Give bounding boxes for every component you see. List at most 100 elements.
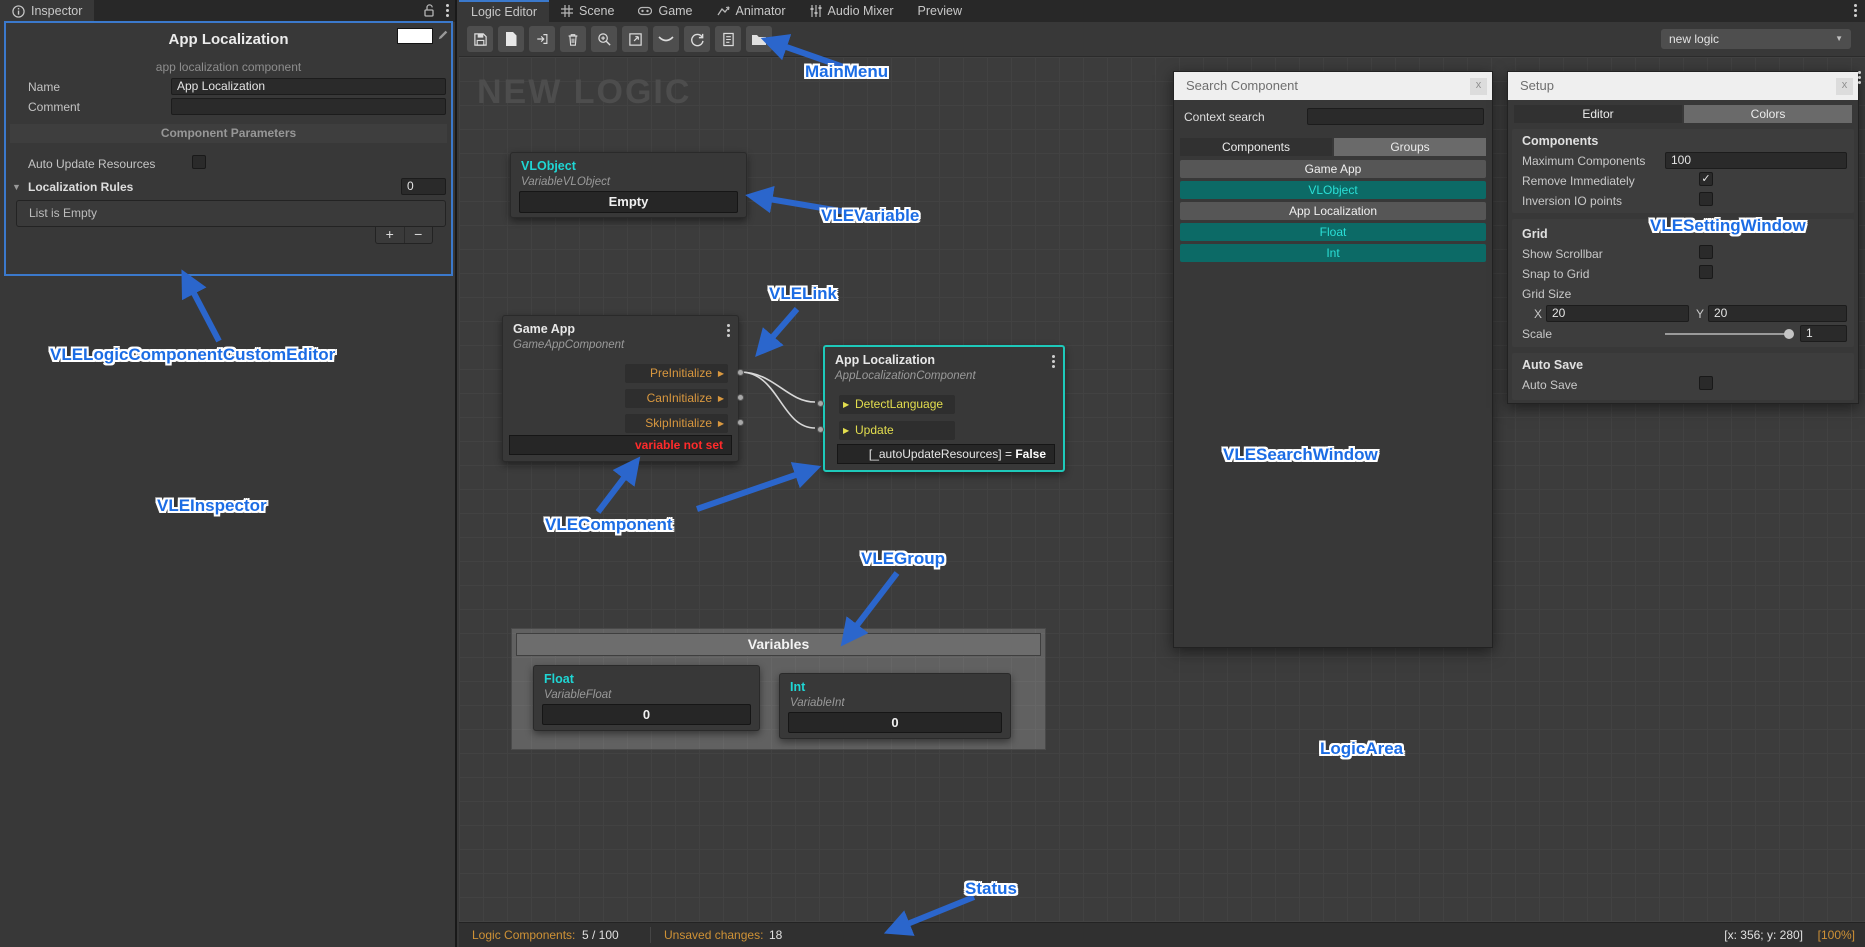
- area-menu-icon[interactable]: [1858, 71, 1861, 84]
- tab-game-label: Game: [658, 4, 692, 18]
- tab-preview-label: Preview: [918, 4, 962, 18]
- variable-value-field[interactable]: 0: [542, 704, 751, 725]
- lock-icon[interactable]: [422, 3, 436, 18]
- logic-area[interactable]: NEW LOGIC VLObject VariableVLObject Empt…: [459, 57, 1865, 922]
- component-node-app-localization[interactable]: App Localization AppLocalizationComponen…: [823, 345, 1065, 472]
- grid-size-x-label: X: [1534, 307, 1542, 321]
- close-icon[interactable]: x: [1836, 78, 1853, 95]
- inversion-io-label: Inversion IO points: [1522, 194, 1622, 208]
- save-icon[interactable]: [467, 26, 493, 52]
- search-item-vlobject[interactable]: VLObject: [1180, 181, 1486, 199]
- foldout-icon[interactable]: ▼: [12, 182, 21, 192]
- tab-groups[interactable]: Groups: [1334, 138, 1486, 156]
- auto-update-checkbox[interactable]: [192, 155, 206, 169]
- inversion-io-checkbox[interactable]: [1699, 192, 1713, 206]
- input-port-update[interactable]: ▶Update: [839, 421, 955, 440]
- node-parameter-bar: [_autoUpdateResources] = False: [837, 444, 1055, 464]
- zoom-icon[interactable]: [591, 26, 617, 52]
- node-title: VLObject: [521, 159, 576, 173]
- window-menu-icon[interactable]: [1854, 4, 1857, 17]
- tab-components[interactable]: Components: [1180, 138, 1332, 156]
- output-port-dot[interactable]: [737, 369, 744, 376]
- output-port-dot[interactable]: [737, 394, 744, 401]
- variable-node-int[interactable]: Int VariableInt 0: [779, 673, 1011, 739]
- folder-icon[interactable]: [746, 26, 772, 52]
- tab-colors[interactable]: Colors: [1684, 105, 1852, 123]
- tab-game[interactable]: Game: [626, 0, 704, 22]
- show-scrollbar-checkbox[interactable]: [1699, 245, 1713, 259]
- node-menu-icon[interactable]: [727, 324, 730, 337]
- new-file-icon[interactable]: [498, 26, 524, 52]
- search-window-titlebar[interactable]: Search Component x: [1174, 72, 1492, 100]
- output-port-skipinitialize[interactable]: SkipInitialize▶: [625, 414, 728, 433]
- output-port-caninitialize[interactable]: CanInitialize▶: [625, 389, 728, 408]
- list-footer-buttons: + −: [375, 227, 433, 244]
- tab-scene[interactable]: Scene: [549, 0, 626, 22]
- tab-inspector[interactable]: Inspector: [0, 0, 94, 22]
- scale-value-field[interactable]: 1: [1800, 325, 1847, 342]
- port-arrow-icon: ▶: [718, 389, 724, 408]
- node-subtitle: GameAppComponent: [513, 339, 624, 351]
- remove-immediately-checkbox[interactable]: ✓: [1699, 172, 1713, 186]
- tab-editor[interactable]: Editor: [1514, 105, 1682, 123]
- node-subtitle: VariableInt: [790, 697, 845, 709]
- component-node-game-app[interactable]: Game App GameAppComponent PreInitialize▶…: [502, 315, 739, 462]
- input-port-dot[interactable]: [817, 426, 824, 433]
- scale-slider-handle[interactable]: [1784, 329, 1794, 339]
- variable-value-field[interactable]: 0: [788, 712, 1002, 733]
- add-rule-button[interactable]: +: [376, 227, 405, 243]
- log-icon[interactable]: [715, 26, 741, 52]
- auto-save-checkbox[interactable]: [1699, 376, 1713, 390]
- rules-label[interactable]: Localization Rules: [28, 180, 133, 194]
- fit-view-icon[interactable]: [622, 26, 648, 52]
- comment-field[interactable]: [171, 98, 446, 115]
- input-port-detectlanguage[interactable]: ▶DetectLanguage: [839, 395, 955, 414]
- link-curve-icon[interactable]: [653, 26, 679, 52]
- close-icon[interactable]: x: [1470, 78, 1487, 95]
- remove-immediately-label: Remove Immediately: [1522, 174, 1635, 188]
- variable-node-float[interactable]: Float VariableFloat 0: [533, 665, 760, 731]
- node-title: Game App: [513, 322, 575, 336]
- main-menu-toolbar: new logic ▼: [459, 22, 1865, 57]
- components-count-label: Logic Components:: [472, 923, 575, 947]
- tab-audio-mixer[interactable]: Audio Mixer: [798, 0, 906, 22]
- refresh-icon[interactable]: [684, 26, 710, 52]
- rules-count-field[interactable]: 0: [401, 178, 446, 195]
- search-item-int[interactable]: Int: [1180, 244, 1486, 262]
- components-count-value: 5 / 100: [582, 923, 619, 947]
- input-port-dot[interactable]: [817, 400, 824, 407]
- variable-value-button[interactable]: Empty: [519, 191, 738, 213]
- search-item-float[interactable]: Float: [1180, 223, 1486, 241]
- edit-pencil-icon[interactable]: [437, 29, 449, 41]
- setting-window-titlebar[interactable]: Setup x: [1508, 72, 1858, 100]
- name-field[interactable]: App Localization: [171, 78, 446, 95]
- tab-logic-editor[interactable]: Logic Editor: [459, 0, 549, 22]
- import-icon[interactable]: [529, 26, 555, 52]
- delete-icon[interactable]: [560, 26, 586, 52]
- node-title: Int: [790, 680, 805, 694]
- search-item-app-localization[interactable]: App Localization: [1180, 202, 1486, 220]
- output-port-dot[interactable]: [737, 419, 744, 426]
- grid-size-y-field[interactable]: 20: [1708, 305, 1847, 322]
- logic-selector-dropdown[interactable]: new logic ▼: [1661, 29, 1851, 49]
- color-swatch[interactable]: [397, 28, 433, 44]
- max-components-field[interactable]: 100: [1665, 152, 1847, 169]
- context-search-input[interactable]: [1307, 108, 1484, 125]
- scale-slider[interactable]: [1665, 333, 1792, 335]
- inspector-menu-icon[interactable]: [446, 4, 449, 17]
- component-subtitle: app localization component: [6, 60, 451, 74]
- annotation-status: Status: [965, 879, 1017, 899]
- node-menu-icon[interactable]: [1052, 355, 1055, 368]
- output-port-preinitialize[interactable]: PreInitialize▶: [625, 364, 728, 383]
- snap-to-grid-checkbox[interactable]: [1699, 265, 1713, 279]
- tab-animator[interactable]: Animator: [705, 0, 798, 22]
- annotation-vlelink: VLELink: [769, 284, 837, 304]
- group-variables[interactable]: Variables Float VariableFloat 0 Int Vari…: [511, 628, 1046, 750]
- cursor-coordinates: [x: 356; y: 280]: [1724, 923, 1803, 947]
- tab-preview[interactable]: Preview: [906, 0, 974, 22]
- search-item-game-app[interactable]: Game App: [1180, 160, 1486, 178]
- group-header[interactable]: Variables: [516, 633, 1041, 656]
- variable-node-vlobject[interactable]: VLObject VariableVLObject Empty: [510, 152, 747, 218]
- grid-size-x-field[interactable]: 20: [1546, 305, 1689, 322]
- remove-rule-button[interactable]: −: [405, 227, 433, 243]
